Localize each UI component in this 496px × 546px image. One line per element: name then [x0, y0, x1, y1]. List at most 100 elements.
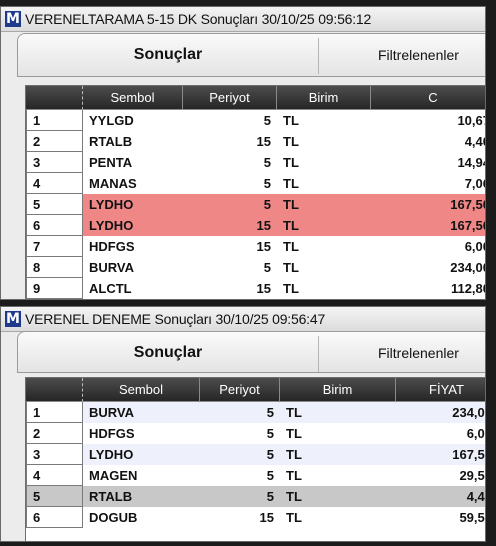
table-row[interactable]: 3LYDHO5TL167,50: [26, 444, 485, 465]
window-title: VERENEL DENEME Sonuçları 30/10/25 09:56:…: [25, 311, 326, 327]
symbol-cell: LYDHO: [83, 444, 200, 465]
row-number-cell: 2: [26, 423, 83, 444]
row-number-cell: 6: [26, 507, 83, 528]
header-symbol[interactable]: Sembol: [83, 86, 183, 110]
period-cell: 15: [183, 278, 277, 299]
unit-cell: TL: [280, 402, 396, 423]
scan-results-window-2: M VERENEL DENEME Sonuçları 30/10/25 09:5…: [0, 306, 486, 542]
table-row[interactable]: 2RTALB15TL4,40: [26, 131, 485, 152]
period-cell: 15: [183, 131, 277, 152]
value-cell: 167,50: [396, 444, 485, 465]
row-number-cell: 8: [26, 257, 83, 278]
value-cell: 6,00: [396, 423, 485, 444]
unit-cell: TL: [280, 486, 396, 507]
symbol-cell: RTALB: [83, 131, 183, 152]
value-cell: 167,50: [371, 194, 485, 215]
header-unit[interactable]: Birim: [280, 378, 396, 402]
window-title-bar[interactable]: M VERENEL DENEME Sonuçları 30/10/25 09:5…: [1, 307, 485, 332]
row-number-cell: 9: [26, 278, 83, 299]
grid-header: Sembol Periyot Birim FİYAT: [26, 378, 485, 402]
grid-body: 1YYLGD5TL10,672RTALB15TL4,403PENTA5TL14,…: [26, 110, 485, 299]
tab-filtered[interactable]: Filtrelenenler: [378, 332, 485, 374]
row-number-cell: 7: [26, 236, 83, 257]
unit-cell: TL: [277, 173, 371, 194]
row-number-cell: 3: [26, 444, 83, 465]
symbol-cell: YYLGD: [83, 110, 183, 131]
symbol-cell: MANAS: [83, 173, 183, 194]
unit-cell: TL: [277, 131, 371, 152]
period-cell: 5: [200, 465, 280, 486]
value-cell: 6,00: [371, 236, 485, 257]
row-number-cell: 5: [26, 194, 83, 215]
table-row[interactable]: 5RTALB5TL4,40: [26, 486, 485, 507]
tab-strip: Sonuçlar Filtrelenenler: [17, 33, 485, 77]
symbol-cell: RTALB: [83, 486, 200, 507]
table-row[interactable]: 1BURVA5TL234,00: [26, 402, 485, 423]
tab-divider: [318, 336, 319, 372]
window-title-bar[interactable]: M VERENELTARAMA 5-15 DK Sonuçları 30/10/…: [1, 7, 485, 32]
header-close[interactable]: C: [371, 86, 485, 110]
value-cell: 4,40: [396, 486, 485, 507]
table-row[interactable]: 6LYDHO15TL167,50: [26, 215, 485, 236]
tab-divider: [318, 38, 319, 74]
period-cell: 5: [183, 194, 277, 215]
period-cell: 5: [183, 152, 277, 173]
header-row-number[interactable]: [26, 86, 83, 110]
value-cell: 59,50: [396, 507, 485, 528]
value-cell: 234,00: [396, 402, 485, 423]
value-cell: 29,50: [396, 465, 485, 486]
value-cell: 4,40: [371, 131, 485, 152]
table-row[interactable]: 6DOGUB15TL59,50: [26, 507, 485, 528]
unit-cell: TL: [280, 423, 396, 444]
unit-cell: TL: [277, 257, 371, 278]
results-grid: Sembol Periyot Birim FİYAT 1 BURVA 5 TL 234,…: [25, 377, 485, 541]
symbol-cell: DOGUB: [83, 507, 200, 528]
header-period[interactable]: Periyot: [200, 378, 280, 402]
table-row[interactable]: 8BURVA5TL234,00: [26, 257, 485, 278]
table-row[interactable]: 9ALCTL15TL112,80: [26, 278, 485, 299]
period-cell: 5: [183, 110, 277, 131]
unit-cell: TL: [277, 278, 371, 299]
symbol-cell: BURVA: [83, 402, 200, 423]
row-number-cell: 6: [26, 215, 83, 236]
period-cell: 15: [183, 236, 277, 257]
tab-filtered[interactable]: Filtrelenenler: [378, 34, 485, 76]
period-cell: 5: [183, 173, 277, 194]
value-cell: 10,67: [371, 110, 485, 131]
app-logo-icon: M: [5, 311, 21, 327]
table-row[interactable]: 1YYLGD5TL10,67: [26, 110, 485, 131]
header-symbol[interactable]: Sembol: [83, 378, 200, 402]
results-grid: Sembol Periyot Birim C 1YYLGD5TL10,672RT…: [25, 85, 485, 299]
table-row[interactable]: 7HDFGS15TL6,00: [26, 236, 485, 257]
tab-results[interactable]: Sonuçlar: [18, 332, 318, 374]
unit-cell: TL: [277, 194, 371, 215]
unit-cell: TL: [277, 110, 371, 131]
row-number-cell: 5: [26, 486, 83, 507]
header-price[interactable]: FİYAT: [396, 378, 485, 402]
table-row[interactable]: 4MANAS5TL7,06: [26, 173, 485, 194]
period-cell: 5: [200, 444, 280, 465]
row-number-cell: 4: [26, 465, 83, 486]
value-cell: 234,00: [371, 257, 485, 278]
header-row-number[interactable]: [26, 378, 83, 402]
symbol-cell: LYDHO: [83, 215, 183, 236]
row-number-cell: 3: [26, 152, 83, 173]
value-cell: 7,06: [371, 173, 485, 194]
period-cell: 5: [183, 257, 277, 278]
symbol-cell: HDFGS: [83, 236, 183, 257]
table-row[interactable]: 2HDFGS5TL6,00: [26, 423, 485, 444]
table-row[interactable]: 5LYDHO5TL167,50: [26, 194, 485, 215]
app-logo-icon: M: [5, 11, 21, 27]
window-title: VERENELTARAMA 5-15 DK Sonuçları 30/10/25…: [25, 11, 372, 27]
table-row[interactable]: 3PENTA5TL14,94: [26, 152, 485, 173]
table-row[interactable]: 4MAGEN5TL29,50: [26, 465, 485, 486]
tab-results[interactable]: Sonuçlar: [18, 34, 318, 76]
header-period[interactable]: Periyot: [183, 86, 277, 110]
period-cell: 5: [200, 486, 280, 507]
unit-cell: TL: [277, 152, 371, 173]
tab-strip: Sonuçlar Filtrelenenler: [17, 331, 485, 373]
header-unit[interactable]: Birim: [277, 86, 371, 110]
row-number-cell: 2: [26, 131, 83, 152]
period-cell: 5: [200, 402, 280, 423]
unit-cell: TL: [277, 236, 371, 257]
